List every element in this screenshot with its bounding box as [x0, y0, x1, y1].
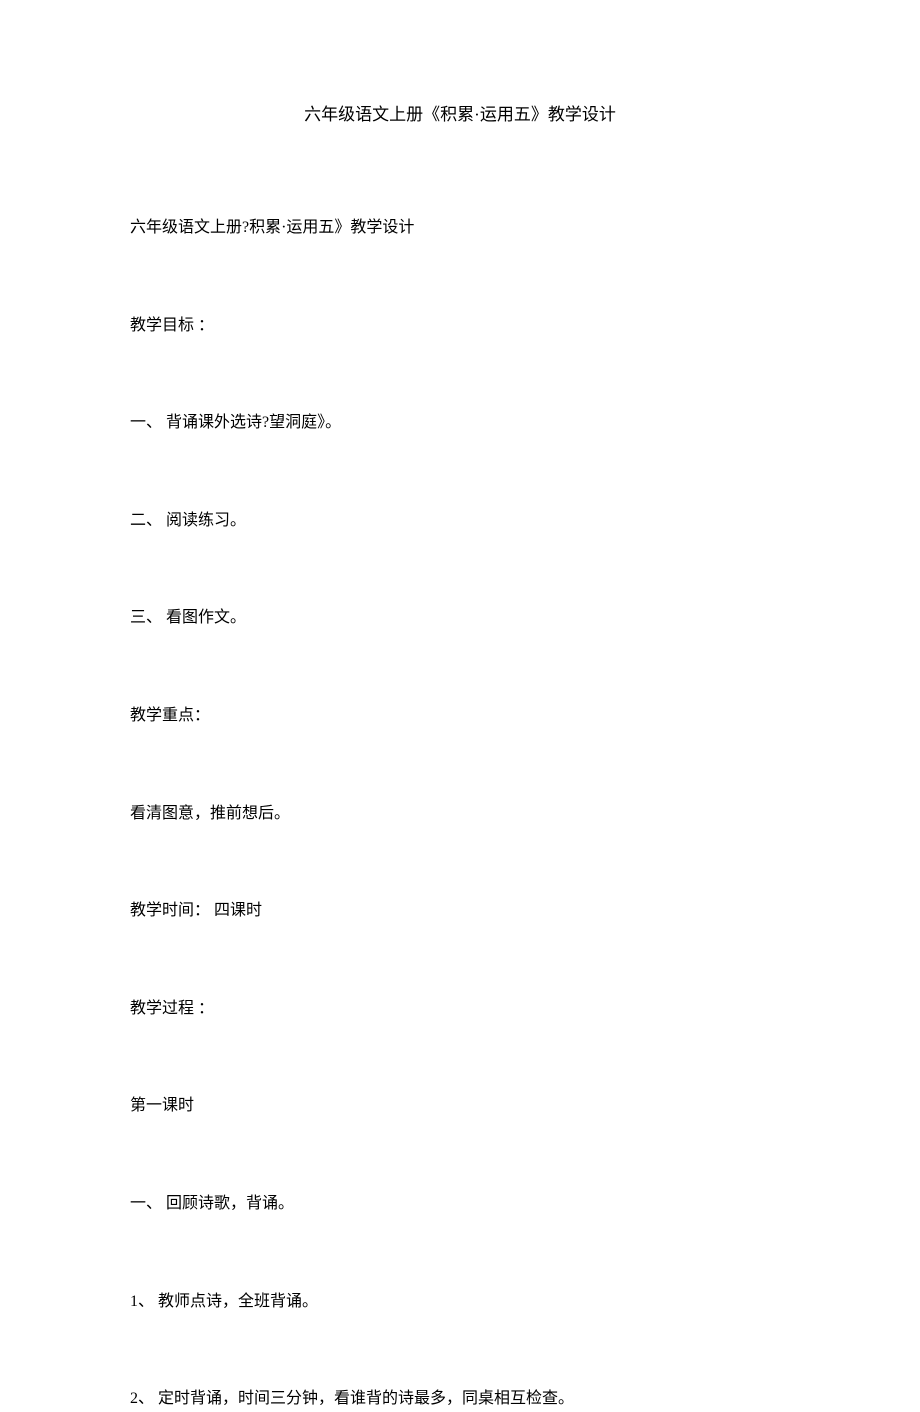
- paragraph-focus-content: 看清图意，推前想后。: [130, 801, 790, 827]
- paragraph-objectives-heading: 教学目标 ：: [130, 313, 790, 339]
- paragraph-objective-3: 三、 看图作文。: [130, 605, 790, 631]
- document-title: 六年级语文上册《积累·运用五》教学设计: [130, 100, 790, 125]
- paragraph-objective-2: 二、 阅读练习。: [130, 508, 790, 534]
- paragraph-subtitle: 六年级语文上册?积累·运用五》教学设计: [130, 215, 790, 241]
- paragraph-item-1: 1、 教师点诗，全班背诵。: [130, 1289, 790, 1315]
- paragraph-lesson-1: 第一课时: [130, 1093, 790, 1119]
- paragraph-process-heading: 教学过程 ：: [130, 996, 790, 1022]
- paragraph-objective-1: 一、 背诵课外选诗?望洞庭》。: [130, 410, 790, 436]
- paragraph-focus-heading: 教学重点：: [130, 703, 790, 729]
- paragraph-section-1: 一、 回顾诗歌，背诵。: [130, 1191, 790, 1217]
- paragraph-time: 教学时间： 四课时: [130, 898, 790, 924]
- paragraph-item-2: 2、 定时背诵，时间三分钟，看谁背的诗最多，同桌相互检查。: [130, 1386, 790, 1412]
